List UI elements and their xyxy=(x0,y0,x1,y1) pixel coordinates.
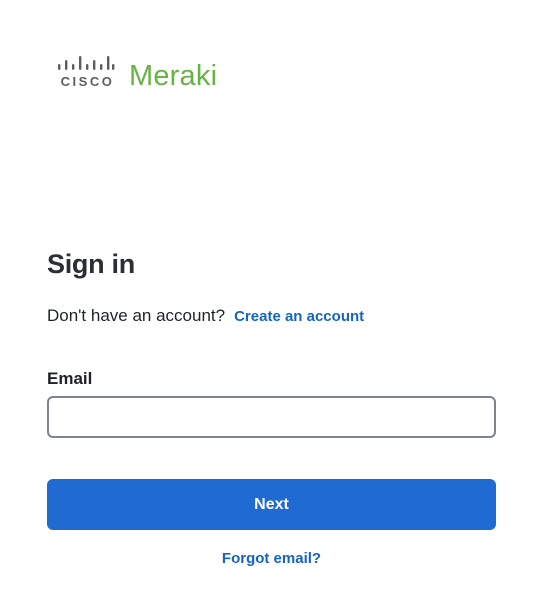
signup-prompt: Don't have an account? Create an account xyxy=(47,306,364,326)
no-account-text: Don't have an account? xyxy=(47,306,226,325)
next-button[interactable]: Next xyxy=(47,479,496,530)
page-title: Sign in xyxy=(47,249,135,279)
email-field[interactable] xyxy=(47,396,496,438)
cisco-bars-icon xyxy=(58,56,115,70)
cisco-meraki-logo: CISCO Meraki xyxy=(57,56,217,92)
create-account-link[interactable]: Create an account xyxy=(234,308,364,325)
forgot-email-link[interactable]: Forgot email? xyxy=(47,550,496,567)
email-label: Email xyxy=(47,369,93,388)
cisco-logo: CISCO xyxy=(57,56,115,88)
meraki-wordmark: Meraki xyxy=(129,60,218,92)
cisco-wordmark: CISCO xyxy=(60,74,115,89)
